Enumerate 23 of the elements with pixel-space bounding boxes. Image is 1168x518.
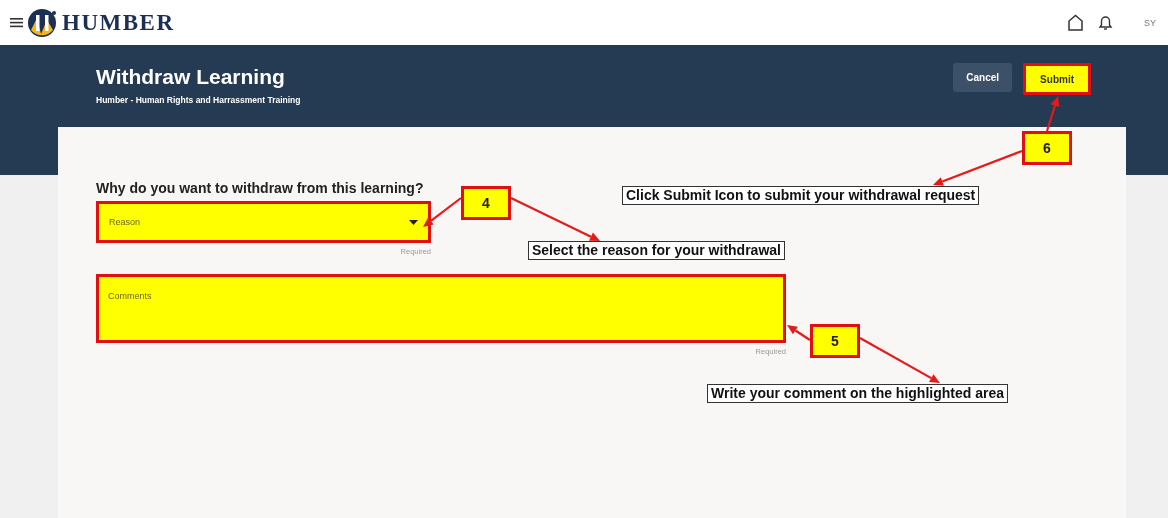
cancel-button[interactable]: Cancel bbox=[953, 63, 1013, 92]
reason-dropdown[interactable]: Reason bbox=[96, 201, 431, 243]
arrow bbox=[423, 197, 462, 227]
caret-icon bbox=[409, 219, 418, 225]
step-number: 4 bbox=[461, 186, 511, 220]
instruction-note: Write your comment on the highlighted area bbox=[707, 384, 1008, 403]
arrow bbox=[1045, 96, 1060, 132]
comments-field[interactable]: Comments bbox=[96, 274, 786, 343]
instruction-note: Select the reason for your withdrawal bbox=[528, 241, 785, 260]
brand-name: HUMBER bbox=[62, 9, 175, 36]
page-subtitle: Humber - Human Rights and Harrassment Training bbox=[96, 95, 302, 105]
home-icon[interactable] bbox=[1067, 14, 1084, 31]
step-number: 5 bbox=[810, 324, 860, 358]
user-initials[interactable]: SY bbox=[1144, 17, 1156, 28]
page-title: Withdraw Learning bbox=[96, 65, 286, 89]
submit-button[interactable]: Submit bbox=[1023, 63, 1091, 95]
logo-icon bbox=[27, 7, 57, 38]
question-label: Why do you want to withdraw from this learning? bbox=[96, 180, 424, 196]
menu-icon[interactable] bbox=[10, 17, 23, 28]
arrow bbox=[787, 325, 811, 341]
instruction-note: Click Submit Icon to submit your withdrawal request bbox=[622, 186, 980, 205]
bell-icon[interactable] bbox=[1097, 14, 1114, 31]
step-number: 6 bbox=[1022, 131, 1072, 165]
